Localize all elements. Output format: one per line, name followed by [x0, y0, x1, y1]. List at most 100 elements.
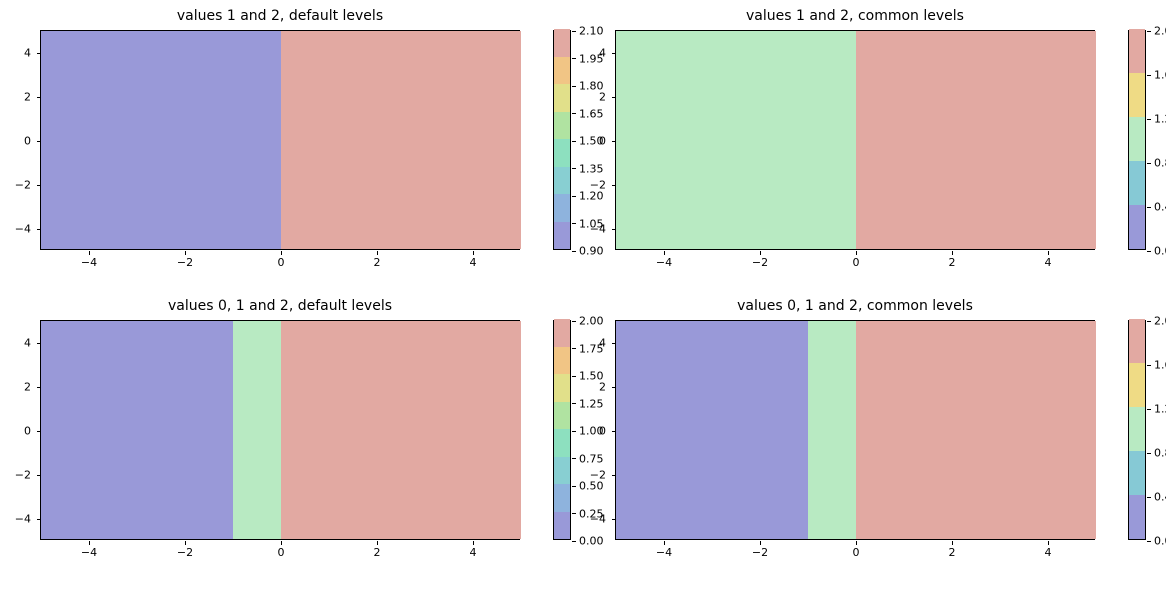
xtick-label: −4: [81, 547, 97, 558]
chart-title: values 1 and 2, common levels: [615, 8, 1095, 24]
colorbar-segment: [1129, 319, 1145, 363]
cbar-tick-mark: [572, 113, 576, 114]
ytick-label: 0: [576, 426, 606, 437]
xtick-mark: [1048, 541, 1049, 545]
ytick-label: 0: [576, 136, 606, 147]
cbar-tick-label: 1.2: [1154, 114, 1166, 125]
colorbar-segment: [554, 512, 570, 540]
ytick-mark: [612, 387, 616, 388]
xtick-mark: [664, 251, 665, 255]
ytick-label: 2: [576, 382, 606, 393]
cbar-tick-mark: [572, 31, 576, 32]
cbar-tick-label: 0.0: [1154, 536, 1166, 547]
cbar-tick-mark: [572, 251, 576, 252]
axes: −4−2024−4−2024: [615, 30, 1095, 250]
cbar-tick-mark: [572, 321, 576, 322]
region: [41, 321, 233, 539]
subplot-3: values 0, 1 and 2, common levels−4−2024−…: [615, 320, 1166, 540]
cbar-tick-mark: [1147, 321, 1151, 322]
xtick-label: 2: [949, 547, 956, 558]
cbar-tick-label: 0.8: [1154, 448, 1166, 459]
xtick-label: −2: [177, 547, 193, 558]
xtick-label: 2: [949, 257, 956, 268]
xtick-mark: [760, 251, 761, 255]
cbar-tick-label: 0.8: [1154, 158, 1166, 169]
colorbar-segment: [554, 347, 570, 375]
subplot-1: values 1 and 2, common levels−4−2024−4−2…: [615, 30, 1166, 250]
cbar-tick-label: 2.00: [579, 316, 604, 327]
cbar-tick-label: 1.35: [579, 163, 604, 174]
xtick-mark: [473, 251, 474, 255]
xtick-mark: [185, 541, 186, 545]
ytick-label: 4: [576, 338, 606, 349]
xtick-label: 0: [278, 257, 285, 268]
cbar-tick-mark: [1147, 409, 1151, 410]
cbar-tick-label: 1.20: [579, 191, 604, 202]
colorbar-segment: [1129, 161, 1145, 205]
region: [616, 321, 808, 539]
ytick-mark: [612, 229, 616, 230]
region: [41, 31, 281, 249]
colorbar-segment: [554, 29, 570, 57]
colorbar-segment: [1129, 451, 1145, 495]
xtick-mark: [760, 541, 761, 545]
ytick-mark: [612, 431, 616, 432]
subplot-2: values 0, 1 and 2, default levels−4−2024…: [40, 320, 621, 540]
cbar-tick-mark: [1147, 365, 1151, 366]
colorbar: 0.000.250.500.751.001.251.501.752.00: [553, 320, 571, 540]
cbar-tick-mark: [572, 458, 576, 459]
cbar-tick-label: 1.6: [1154, 70, 1166, 81]
colorbar: 0.00.40.81.21.62.0: [1128, 30, 1146, 250]
cbar-tick-label: 2.0: [1154, 316, 1166, 327]
cbar-tick-mark: [572, 86, 576, 87]
cbar-tick-mark: [1147, 31, 1151, 32]
xtick-label: 4: [1045, 257, 1052, 268]
cbar-tick-label: 1.2: [1154, 404, 1166, 415]
xtick-mark: [856, 541, 857, 545]
cbar-tick-label: 0.90: [579, 246, 604, 257]
colorbar-segment: [554, 112, 570, 140]
colorbar-segment: [1129, 363, 1145, 407]
xtick-mark: [89, 251, 90, 255]
region: [281, 321, 521, 539]
ytick-label: 0: [1, 426, 31, 437]
cbar-tick-label: 0.0: [1154, 246, 1166, 257]
xtick-mark: [377, 541, 378, 545]
colorbar-segment: [554, 139, 570, 167]
region: [808, 321, 856, 539]
xtick-mark: [89, 541, 90, 545]
ytick-mark: [612, 343, 616, 344]
ytick-label: −2: [1, 180, 31, 191]
colorbar-segment: [554, 402, 570, 430]
ytick-label: −4: [1, 514, 31, 525]
xtick-label: 0: [853, 547, 860, 558]
region: [856, 321, 1096, 539]
cbar-tick-label: 2.0: [1154, 26, 1166, 37]
cbar-tick-mark: [1147, 251, 1151, 252]
ytick-mark: [37, 475, 41, 476]
ytick-mark: [612, 519, 616, 520]
xtick-mark: [185, 251, 186, 255]
cbar-tick-label: 1.65: [579, 108, 604, 119]
colorbar-segment: [554, 457, 570, 485]
colorbar-segment: [1129, 495, 1145, 539]
ytick-label: −2: [576, 470, 606, 481]
chart-title: values 0, 1 and 2, common levels: [615, 298, 1095, 314]
xtick-mark: [473, 541, 474, 545]
chart-title: values 1 and 2, default levels: [40, 8, 520, 24]
ytick-mark: [37, 229, 41, 230]
ytick-label: −2: [576, 180, 606, 191]
colorbar-segment: [554, 319, 570, 347]
xtick-label: 4: [470, 257, 477, 268]
ytick-mark: [37, 97, 41, 98]
ytick-mark: [612, 475, 616, 476]
cbar-tick-label: 2.10: [579, 26, 604, 37]
cbar-tick-mark: [572, 403, 576, 404]
colorbar-segment: [554, 374, 570, 402]
figure: values 1 and 2, default levels−4−2024−4−…: [0, 0, 1166, 593]
xtick-label: 0: [853, 257, 860, 268]
ytick-mark: [37, 343, 41, 344]
colorbar-segment: [554, 167, 570, 195]
xtick-label: −4: [656, 257, 672, 268]
cbar-tick-label: 0.4: [1154, 492, 1166, 503]
